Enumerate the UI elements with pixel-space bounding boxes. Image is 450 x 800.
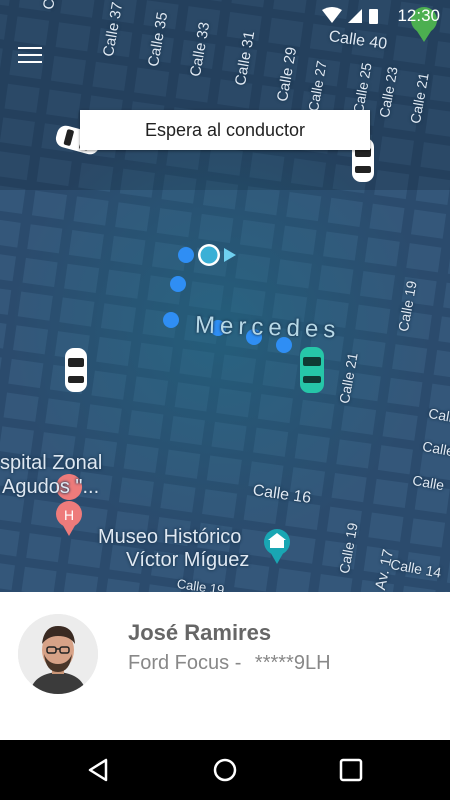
map-block — [373, 478, 409, 509]
car-plate: *****9LH — [254, 652, 331, 674]
driver-car-info: Ford Focus - *****9LH — [128, 652, 331, 675]
map-block — [0, 527, 20, 557]
status-banner-text: Espera al conductor — [144, 119, 306, 140]
route-dot — [163, 312, 179, 328]
menu-line — [18, 54, 42, 56]
battery-icon — [369, 9, 378, 24]
map-block — [409, 518, 446, 548]
menu-line — [18, 61, 42, 63]
taxi-car-icon — [65, 348, 87, 392]
svg-text:H: H — [64, 507, 74, 523]
driver-car-icon — [300, 347, 324, 393]
route-dot — [170, 276, 186, 292]
museum-label: Víctor Míguez — [126, 549, 250, 571]
car-model: Ford Focus - — [128, 652, 242, 674]
status-bar: 12:30 — [0, 0, 450, 30]
clock: 12:30 — [397, 6, 440, 25]
home-icon[interactable] — [208, 754, 242, 786]
museum-label: Museo Histórico — [98, 526, 242, 548]
map-block — [0, 218, 21, 248]
status-banner: Espera al conductor — [80, 110, 370, 150]
map-block — [26, 533, 62, 563]
back-icon[interactable] — [82, 754, 116, 786]
signal-icons — [322, 7, 378, 24]
map-view[interactable]: H Calle 39 Calle 37 Calle 35 Calle 33 Ca… — [0, 0, 450, 592]
menu-line — [18, 47, 42, 49]
route-dot — [178, 247, 194, 263]
district-label: Mercedes — [194, 311, 341, 344]
driver-photo — [18, 614, 98, 694]
android-nav-bar — [0, 740, 450, 800]
map-block — [410, 209, 447, 239]
cell-signal-icon — [348, 9, 362, 23]
menu-button[interactable] — [14, 42, 46, 70]
hospital-label: Agudos "... — [2, 476, 100, 498]
wifi-icon — [322, 7, 342, 23]
hospital-label: spital Zonal — [0, 452, 103, 474]
map-block — [21, 566, 57, 592]
driver-name: José Ramires — [128, 620, 272, 645]
map-block — [368, 512, 404, 542]
recents-icon[interactable] — [334, 754, 368, 786]
driver-avatar — [18, 614, 98, 694]
